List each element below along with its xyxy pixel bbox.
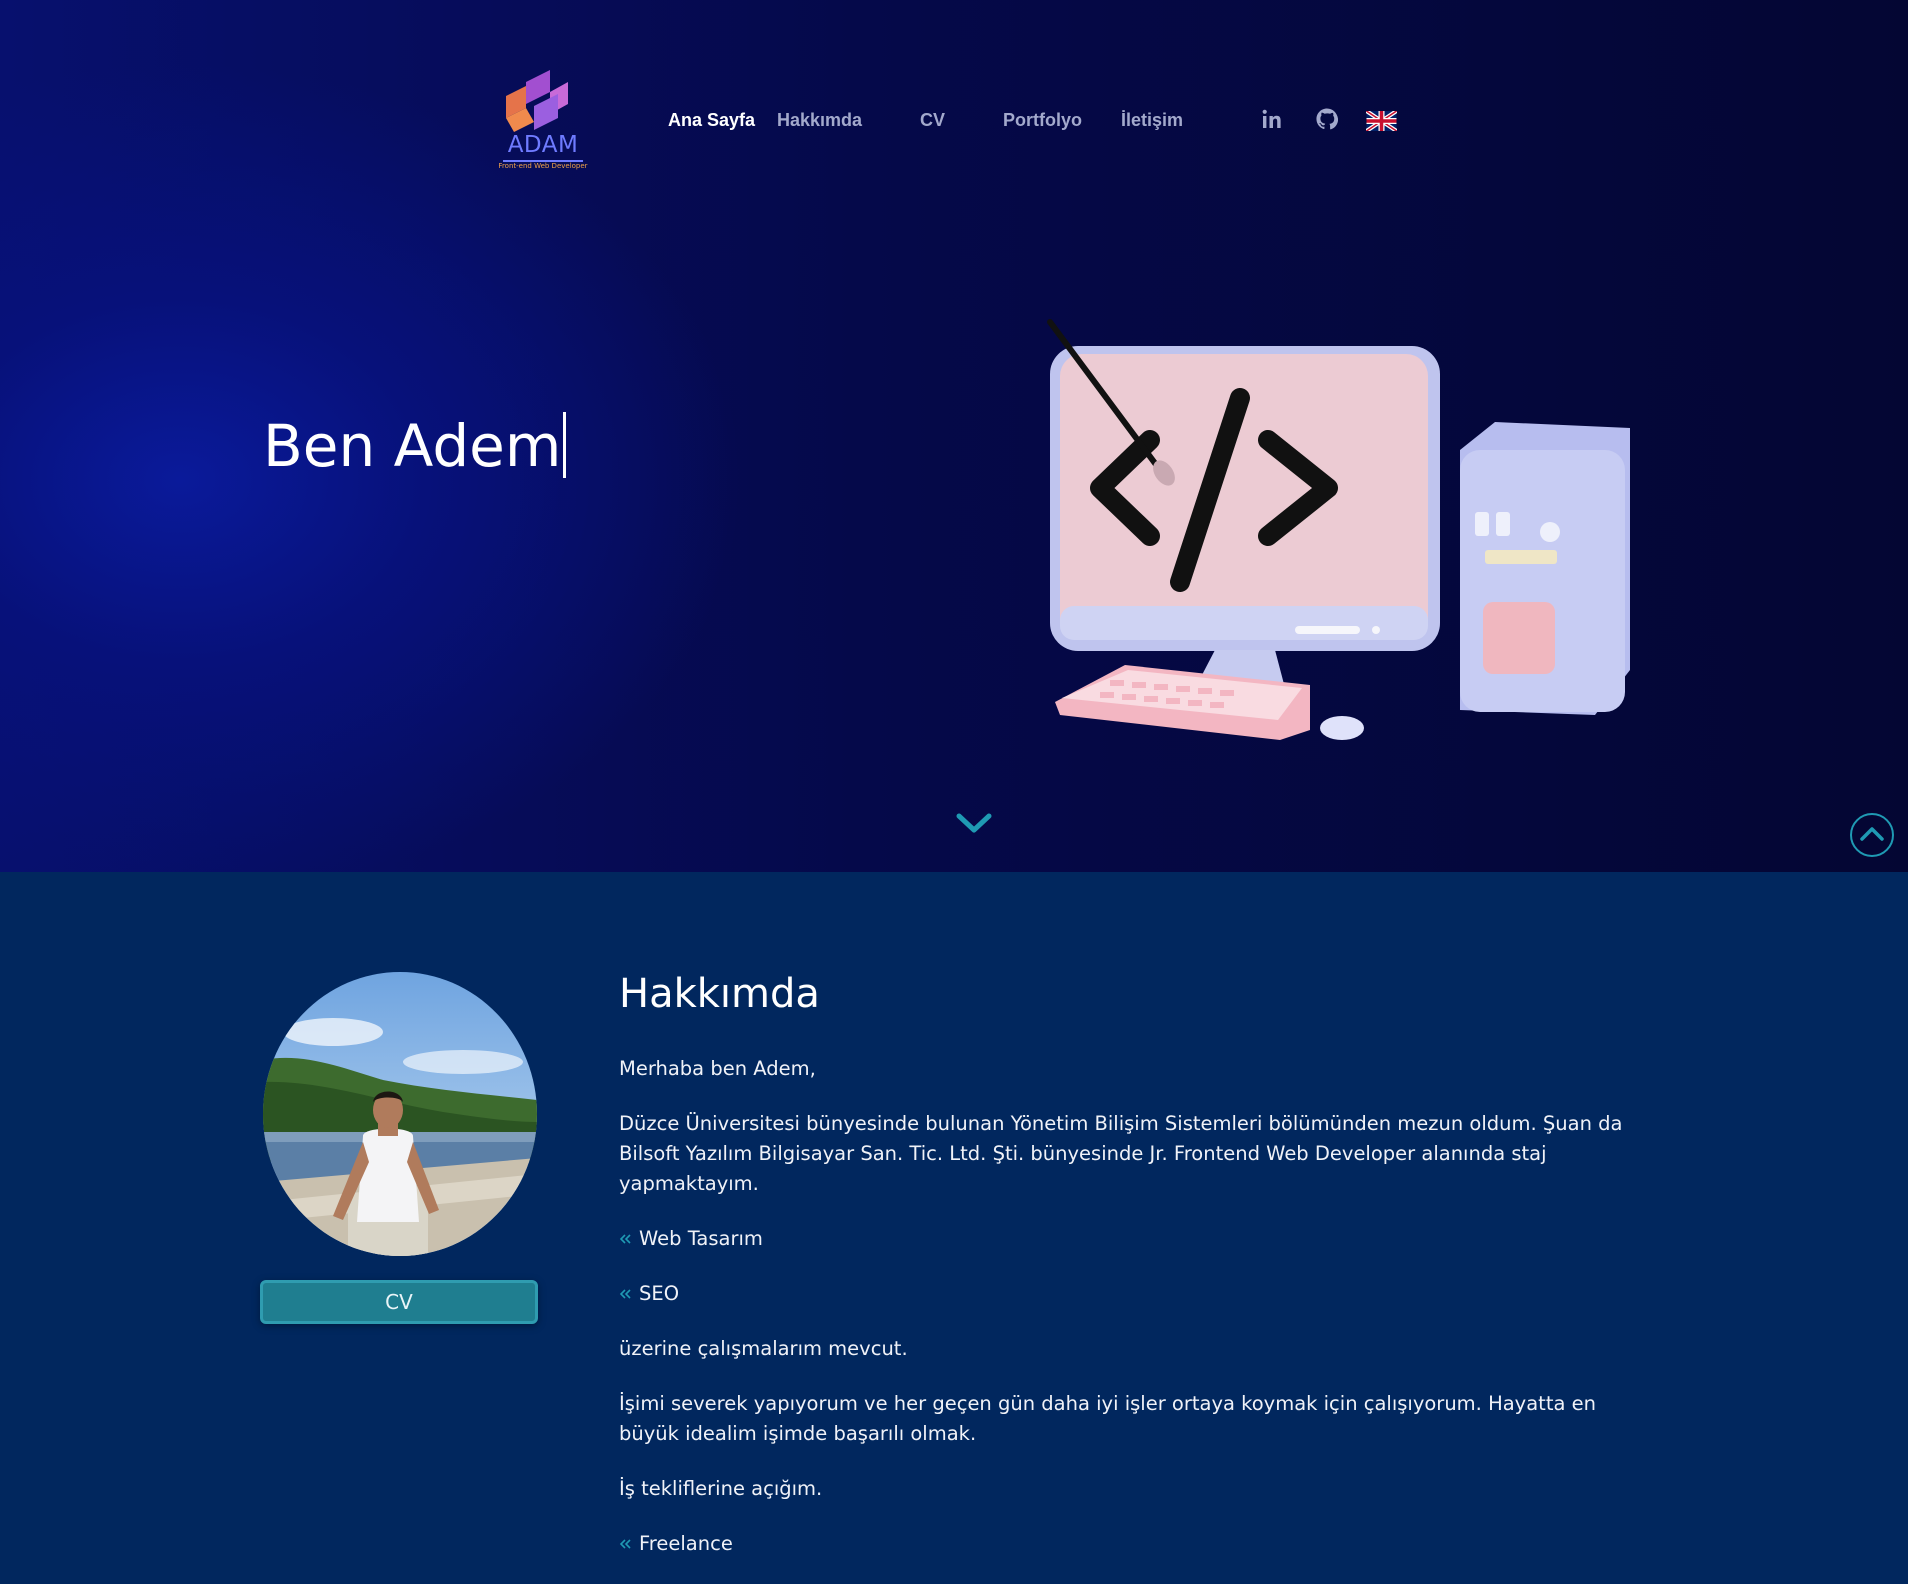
linkedin-icon[interactable] — [1261, 108, 1283, 130]
about-bullet-seo: SEO — [619, 1279, 1639, 1309]
uk-flag-icon[interactable] — [1366, 111, 1397, 131]
back-to-top-icon[interactable] — [1849, 812, 1895, 858]
about-bullet-web-tasarim: Web Tasarım — [619, 1224, 1639, 1254]
about-open-to-offers: İş tekliflerine açığım. — [619, 1477, 823, 1500]
nav-item-portfolyo[interactable]: Portfolyo — [1003, 110, 1082, 131]
about-body: Merhaba ben Adem, Düzce Üniversitesi bün… — [619, 1054, 1639, 1584]
bullet-text: SEO — [639, 1282, 680, 1305]
hero-title-text: Ben Adem — [263, 412, 562, 480]
typing-cursor — [563, 412, 567, 478]
double-chevron-icon — [619, 1234, 631, 1244]
double-chevron-icon — [619, 1539, 631, 1549]
about-passion: İşimi severek yapıyorum ve her geçen gün… — [619, 1392, 1596, 1445]
nav-item-hakkimda[interactable]: Hakkımda — [777, 110, 862, 131]
github-icon[interactable] — [1316, 108, 1338, 130]
nav-item-cv[interactable]: CV — [920, 110, 945, 131]
logo-tagline: Front-end Web Developer — [498, 162, 588, 170]
hero-title: Ben Adem — [263, 412, 567, 480]
about-title: Hakkımda — [619, 971, 820, 1017]
double-chevron-icon — [619, 1289, 631, 1299]
logo-mark[interactable] — [488, 68, 598, 174]
about-bullet-freelance: Freelance — [619, 1529, 1639, 1559]
logo-word: ADAM — [507, 132, 579, 158]
bullet-text: Web Tasarım — [639, 1227, 763, 1250]
nav-item-ana-sayfa[interactable]: Ana Sayfa — [668, 110, 755, 131]
profile-photo — [263, 972, 537, 1256]
bullet-text: Freelance — [639, 1532, 733, 1555]
cv-button[interactable]: CV — [260, 1280, 538, 1324]
about-greeting: Merhaba ben Adem, — [619, 1057, 816, 1080]
scroll-down-chevron-icon[interactable] — [954, 810, 994, 836]
about-education: Düzce Üniversitesi bünyesinde bulunan Yö… — [619, 1112, 1623, 1195]
nav-item-iletisim[interactable]: İletişim — [1121, 110, 1183, 131]
hero-section: ADAM Front-end Web Developer Ana Sayfa H… — [0, 0, 1908, 872]
computer-code-illustration — [1047, 319, 1630, 740]
about-work-areas: üzerine çalışmalarım mevcut. — [619, 1337, 908, 1360]
profile-photo-image — [263, 972, 537, 1256]
